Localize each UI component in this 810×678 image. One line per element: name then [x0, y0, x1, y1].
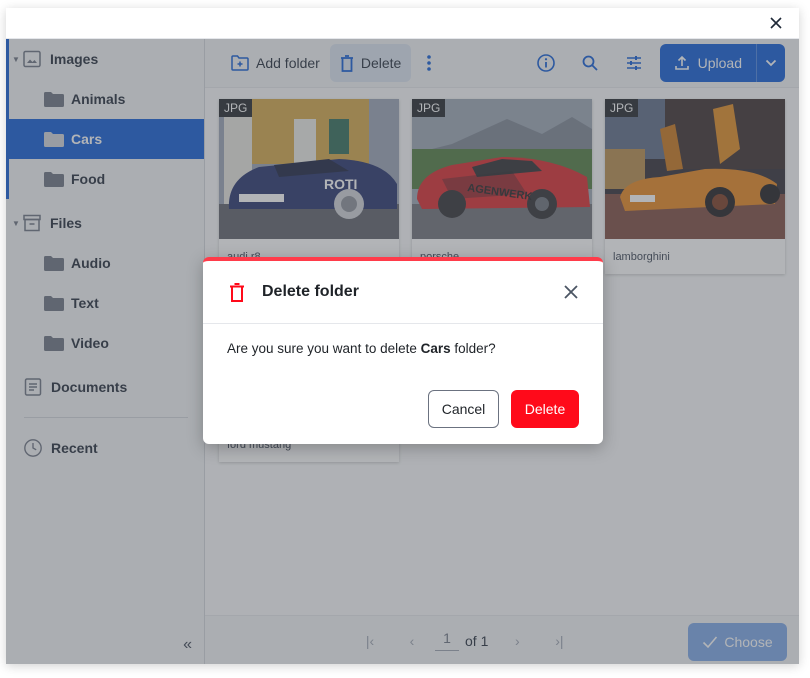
cancel-button[interactable]: Cancel [428, 390, 499, 428]
dialog-message: Are you sure you want to delete Cars fol… [203, 324, 603, 373]
title-bar [6, 8, 799, 39]
delete-folder-dialog: Delete folder Are you sure you want to d… [203, 257, 603, 444]
close-icon[interactable] [561, 282, 581, 302]
close-icon[interactable] [767, 14, 785, 32]
dialog-actions: Cancel Delete [428, 390, 579, 428]
dialog-header: Delete folder [203, 261, 603, 324]
folder-name: Cars [420, 341, 451, 356]
message-text: folder? [450, 341, 496, 356]
dialog-title: Delete folder [262, 283, 359, 300]
trash-icon [230, 282, 244, 302]
confirm-delete-button[interactable]: Delete [511, 390, 579, 428]
message-text: Are you sure you want to delete [227, 341, 421, 356]
